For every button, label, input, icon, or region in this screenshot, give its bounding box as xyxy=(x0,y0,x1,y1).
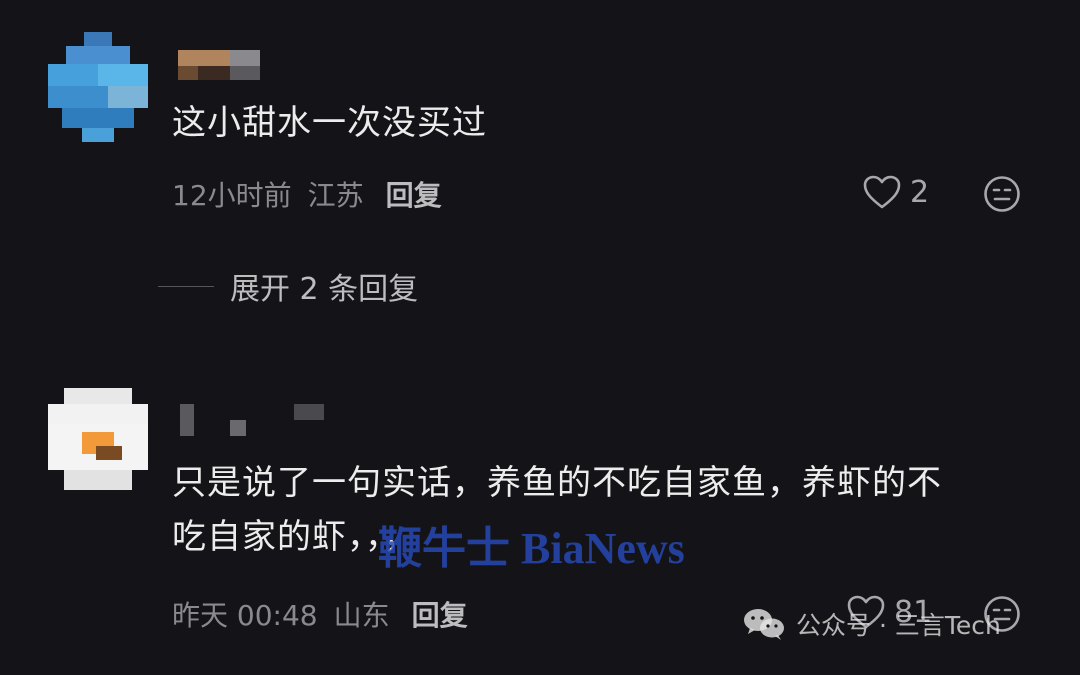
reply-button[interactable]: 回复 xyxy=(412,594,468,634)
dislike-button[interactable] xyxy=(982,174,1022,214)
divider-line xyxy=(158,285,214,287)
source-tag: 公众号 · 三言Tech xyxy=(742,606,1001,642)
avatar[interactable] xyxy=(48,32,148,142)
username[interactable] xyxy=(178,404,338,440)
comment-location: 山东 xyxy=(333,599,390,632)
watermark: 鞭牛士 BiaNews xyxy=(378,524,685,573)
comment-text-line: 只是说了一句实话，养鱼的不吃自家鱼，养虾的不 xyxy=(172,463,942,503)
comment-time: 昨天 00:48 xyxy=(172,599,318,632)
expand-replies-label: 展开 2 条回复 xyxy=(230,272,419,307)
comment-meta: 12小时前 江苏 回复 xyxy=(172,174,442,214)
expand-replies-button[interactable]: 展开 2 条回复 xyxy=(158,264,418,308)
comment-meta: 昨天 00:48 山东 回复 xyxy=(172,594,468,634)
comment-location: 江苏 xyxy=(307,179,364,212)
wechat-logo-icon xyxy=(744,609,784,640)
avatar[interactable] xyxy=(48,388,148,498)
like-count: 2 xyxy=(910,174,930,210)
comment-time: 12小时前 xyxy=(172,179,292,212)
username[interactable] xyxy=(178,46,338,82)
source-tag-label: 公众号 · 三言Tech xyxy=(796,611,1001,640)
comment-text: 这小甜水一次没买过 xyxy=(172,103,487,143)
reply-button[interactable]: 回复 xyxy=(386,174,442,214)
like-button[interactable]: 2 xyxy=(862,174,929,210)
heart-outline-icon xyxy=(863,175,901,209)
comment-item: 这小甜水一次没买过 12小时前 江苏 回复 2 展开 2 条回复 xyxy=(0,0,1080,320)
neutral-face-icon xyxy=(984,176,1020,212)
